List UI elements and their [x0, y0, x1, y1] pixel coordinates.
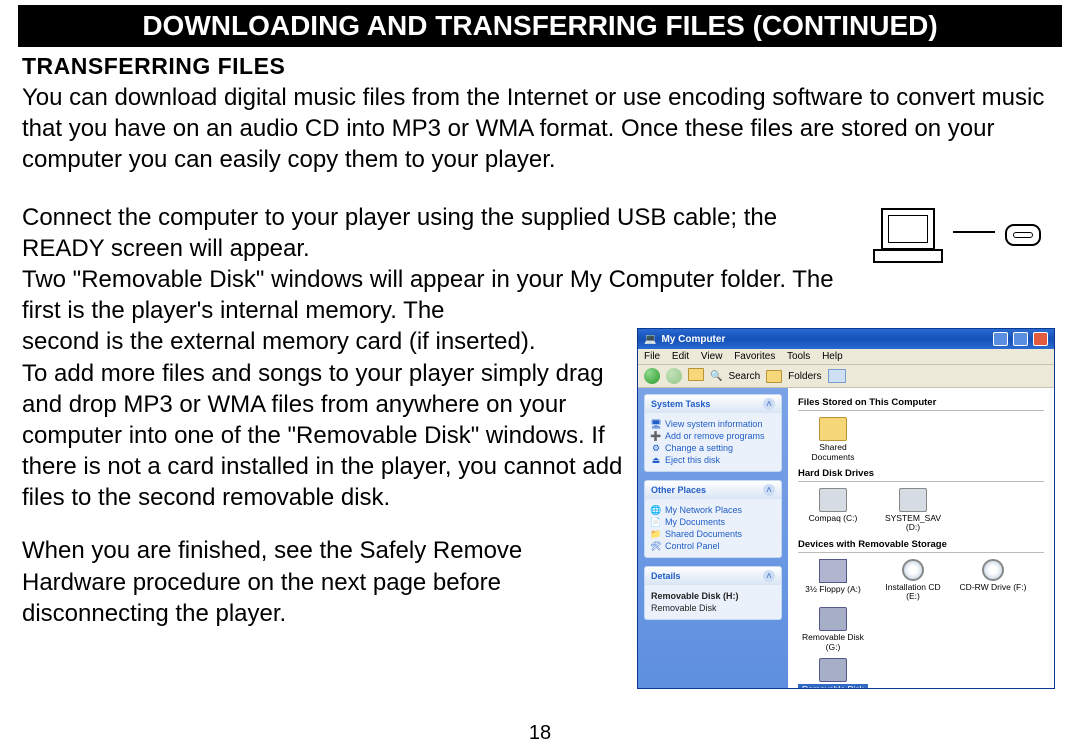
menu-favorites[interactable]: Favorites [734, 351, 775, 362]
removable-disk-icon [819, 658, 847, 682]
removable-h-selected[interactable]: Removable Disk (H:) [798, 658, 868, 688]
task-add-remove-programs[interactable]: ➕Add or remove programs [651, 431, 775, 441]
content-pane: Files Stored on This Computer Shared Doc… [788, 388, 1054, 688]
menu-help[interactable]: Help [822, 351, 843, 362]
back-button[interactable] [644, 368, 660, 384]
floppy-a[interactable]: 3½ Floppy (A:) [798, 559, 868, 602]
menu-bar[interactable]: File Edit View Favorites Tools Help [638, 349, 1054, 365]
safely-remove-paragraph: When you are finished, see the Safely Re… [22, 535, 627, 629]
player-device-icon [1005, 224, 1041, 246]
drive-d[interactable]: SYSTEM_SAV (D:) [878, 488, 948, 533]
intro-paragraph: You can download digital music files fro… [22, 82, 1062, 176]
folders-icon[interactable] [766, 370, 782, 383]
folders-label[interactable]: Folders [788, 371, 821, 382]
maximize-button[interactable] [1013, 332, 1028, 346]
drive-icon [899, 488, 927, 512]
details-line-2: Removable Disk [651, 603, 775, 613]
search-label[interactable]: Search [728, 371, 760, 382]
minimize-button[interactable] [993, 332, 1008, 346]
details-head[interactable]: Details ˄ [645, 567, 781, 585]
item-shared-documents[interactable]: Shared Documents [798, 417, 868, 462]
window-titlebar: 💻 My Computer [638, 329, 1054, 349]
removable-disk-icon [819, 607, 847, 631]
other-places-head[interactable]: Other Places ˄ [645, 481, 781, 499]
place-my-documents[interactable]: 📄My Documents [651, 517, 775, 527]
other-places-label: Other Places [651, 485, 706, 495]
folder-icon [819, 417, 847, 441]
system-tasks-label: System Tasks [651, 399, 710, 409]
chevron-up-icon[interactable]: ˄ [763, 484, 775, 496]
window-title: My Computer [661, 334, 725, 345]
system-tasks-head[interactable]: System Tasks ˄ [645, 395, 781, 413]
menu-view[interactable]: View [701, 351, 723, 362]
pc-base-icon [873, 249, 943, 263]
cd-icon [902, 559, 924, 581]
drive-icon [819, 488, 847, 512]
chevron-up-icon[interactable]: ˄ [763, 570, 775, 582]
task-eject-disk[interactable]: ⏏Eject this disk [651, 455, 775, 465]
section-removable: Devices with Removable Storage [798, 539, 1044, 550]
monitor-icon [881, 208, 935, 250]
place-shared-documents[interactable]: 📁Shared Documents [651, 529, 775, 539]
views-button[interactable] [828, 369, 846, 383]
chevron-up-icon[interactable]: ˄ [763, 398, 775, 410]
place-network[interactable]: 🌐My Network Places [651, 505, 775, 515]
place-control-panel[interactable]: 🛠Control Panel [651, 541, 775, 551]
drive-c[interactable]: Compaq (C:) [798, 488, 868, 533]
floppy-icon [819, 559, 847, 583]
toolbar: 🔍 Search Folders [638, 365, 1054, 388]
close-button[interactable] [1033, 332, 1048, 346]
cd-e[interactable]: Installation CD (E:) [878, 559, 948, 602]
disks-paragraph-b: second is the external memory card (if i… [22, 326, 627, 357]
details-line-1: Removable Disk (H:) [651, 591, 775, 601]
details-label: Details [651, 571, 681, 581]
computer-to-player-illustration [873, 208, 1041, 263]
cd-icon [982, 559, 1004, 581]
task-view-system-info[interactable]: 🖥View system information [651, 419, 775, 429]
drag-drop-paragraph: To add more files and songs to your play… [22, 358, 627, 514]
menu-tools[interactable]: Tools [787, 351, 810, 362]
side-pane: System Tasks ˄ 🖥View system information … [638, 388, 788, 688]
page-number: 18 [0, 722, 1080, 745]
page-header: DOWNLOADING AND TRANSFERRING FILES (CONT… [18, 5, 1062, 47]
up-button[interactable] [688, 368, 704, 384]
window-icon: 💻 [644, 334, 656, 345]
cable-icon [953, 231, 995, 233]
my-computer-window: 💻 My Computer File Edit View Favorites T… [637, 328, 1055, 689]
forward-button[interactable] [666, 368, 682, 384]
section-hard-disks: Hard Disk Drives [798, 468, 1044, 479]
section-subheading: TRANSFERRING FILES [22, 53, 1062, 80]
section-files-stored: Files Stored on This Computer [798, 397, 1044, 408]
removable-g[interactable]: Removable Disk (G:) [798, 607, 868, 652]
disks-paragraph-a: Two "Removable Disk" windows will appear… [22, 264, 852, 326]
search-icon[interactable]: 🔍 [710, 371, 722, 382]
menu-file[interactable]: File [644, 351, 660, 362]
cdrw-f[interactable]: CD-RW Drive (F:) [958, 559, 1028, 602]
connect-paragraph: Connect the computer to your player usin… [22, 202, 852, 264]
menu-edit[interactable]: Edit [672, 351, 689, 362]
task-change-setting[interactable]: ⚙Change a setting [651, 443, 775, 453]
